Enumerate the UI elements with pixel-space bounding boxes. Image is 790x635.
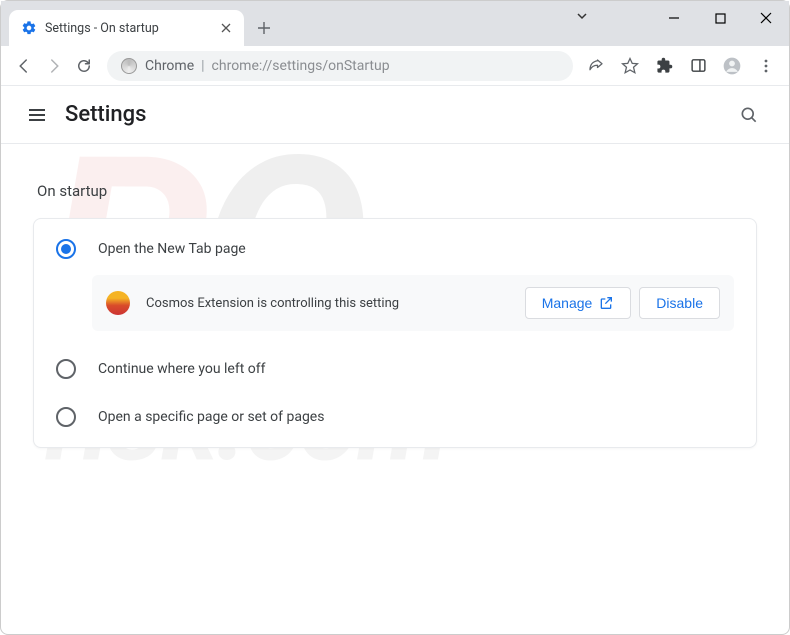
bookmark-icon[interactable]	[615, 51, 645, 81]
section-title: On startup	[37, 182, 757, 200]
chrome-icon	[121, 58, 137, 74]
hamburger-menu-icon[interactable]	[17, 95, 57, 135]
forward-button[interactable]	[39, 51, 69, 81]
reload-button[interactable]	[69, 51, 99, 81]
side-panel-icon[interactable]	[683, 51, 713, 81]
close-tab-icon[interactable]	[218, 20, 234, 36]
maximize-button[interactable]	[697, 1, 743, 35]
url-scheme-label: Chrome	[145, 58, 194, 74]
page-title: Settings	[65, 102, 146, 127]
browser-tab[interactable]: Settings - On startup	[9, 10, 244, 46]
option-label: Continue where you left off	[98, 361, 266, 377]
option-new-tab[interactable]: Open the New Tab page	[34, 225, 756, 273]
profile-icon[interactable]	[717, 51, 747, 81]
kebab-menu-icon[interactable]	[751, 51, 781, 81]
tab-title: Settings - On startup	[45, 21, 218, 36]
disable-button[interactable]: Disable	[639, 287, 720, 319]
extensions-icon[interactable]	[649, 51, 679, 81]
new-tab-button[interactable]	[250, 14, 278, 42]
url-path: chrome://settings/onStartup	[212, 58, 390, 74]
radio-selected-icon[interactable]	[56, 239, 76, 259]
browser-titlebar: Settings - On startup	[1, 1, 789, 46]
omnibox[interactable]: Chrome | chrome://settings/onStartup	[107, 51, 573, 81]
back-button[interactable]	[9, 51, 39, 81]
location-bar: Chrome | chrome://settings/onStartup	[1, 46, 789, 86]
settings-app-bar: Settings	[1, 86, 789, 144]
startup-card: Open the New Tab page Cosmos Extension i…	[33, 218, 757, 448]
radio-icon[interactable]	[56, 359, 76, 379]
option-label: Open a specific page or set of pages	[98, 409, 324, 425]
search-icon[interactable]	[729, 95, 769, 135]
controller-message: Cosmos Extension is controlling this set…	[146, 296, 517, 311]
radio-icon[interactable]	[56, 407, 76, 427]
extension-controller-notice: Cosmos Extension is controlling this set…	[92, 275, 734, 331]
settings-content: On startup Open the New Tab page Cosmos …	[1, 144, 789, 470]
extension-icon	[106, 291, 130, 315]
option-continue[interactable]: Continue where you left off	[34, 345, 756, 393]
manage-button[interactable]: Manage	[525, 287, 632, 319]
option-label: Open the New Tab page	[98, 241, 246, 257]
minimize-button[interactable]	[651, 1, 697, 35]
gear-icon	[21, 20, 37, 36]
tab-search-button[interactable]	[575, 9, 589, 23]
open-external-icon	[598, 295, 614, 311]
share-icon[interactable]	[581, 51, 611, 81]
close-window-button[interactable]	[743, 1, 789, 35]
option-specific-pages[interactable]: Open a specific page or set of pages	[34, 393, 756, 441]
